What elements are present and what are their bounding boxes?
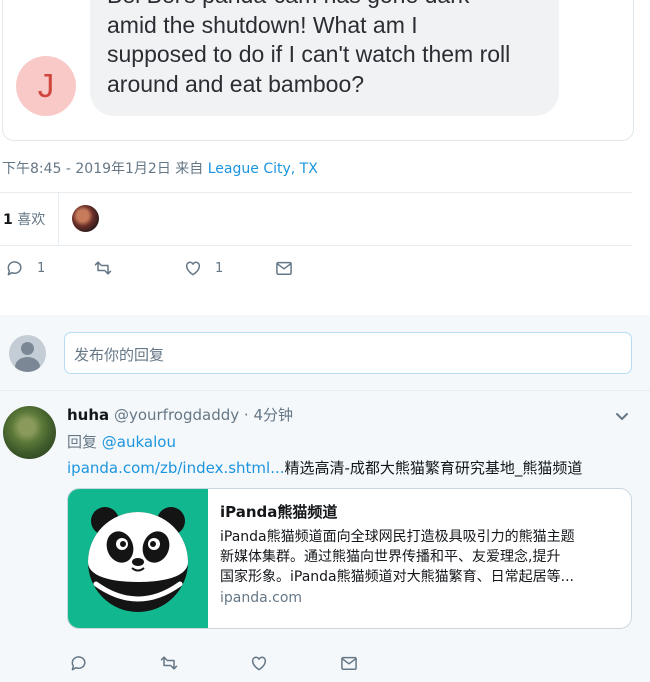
avatar-letter: J bbox=[37, 67, 55, 104]
replying-to: 回复 @aukalou bbox=[67, 431, 176, 452]
card-thumbnail bbox=[68, 489, 208, 628]
divider bbox=[0, 245, 632, 246]
replying-to-handle[interactable]: @aukalou bbox=[102, 433, 176, 451]
reply-header: huha @yourfrogdaddy · 4分钟 bbox=[67, 404, 293, 425]
reply-actions bbox=[0, 653, 632, 675]
retweet-button[interactable] bbox=[93, 258, 113, 278]
reply-input-placeholder: 发布你的回复 bbox=[74, 346, 165, 364]
message-button[interactable] bbox=[339, 653, 359, 673]
reply-author-handle[interactable]: @yourfrogdaddy bbox=[114, 406, 239, 424]
more-options-button[interactable] bbox=[614, 408, 630, 424]
card-domain: ipanda.com bbox=[220, 590, 303, 606]
tweet-actions: 1 1 bbox=[0, 258, 632, 286]
tweet-text-line: around and eat bamboo? bbox=[107, 70, 365, 97]
reply-author-avatar[interactable] bbox=[3, 406, 56, 459]
retweet-icon bbox=[94, 261, 112, 275]
reply-author-name[interactable]: huha bbox=[67, 406, 109, 424]
tweet-meta: 下午8:45 - 2019年1月2日 来自 League City, TX bbox=[2, 158, 318, 178]
retweet-icon bbox=[160, 656, 178, 670]
card-description-line: 新媒体集群。通过熊猫向世界传播和平、友爱理念,提升 bbox=[220, 549, 561, 565]
likes-label: 喜欢 bbox=[17, 212, 46, 228]
message-icon bbox=[341, 656, 357, 670]
reply-time[interactable]: · 4分钟 bbox=[244, 406, 293, 424]
likes-row: 1 喜欢 bbox=[0, 193, 632, 245]
reply-link[interactable]: ipanda.com/zb/index.shtml... bbox=[67, 459, 285, 477]
reply-icon bbox=[7, 261, 22, 276]
card-title: iPanda熊猫频道 bbox=[220, 503, 338, 521]
tweet-timestamp[interactable]: 下午8:45 - 2019年1月2日 bbox=[2, 161, 171, 177]
tweet-location-link[interactable]: League City, TX bbox=[208, 161, 318, 177]
tweet-text-line: amid the shutdown! What am I bbox=[107, 11, 418, 38]
liker-avatar[interactable] bbox=[72, 205, 99, 232]
like-count: 1 bbox=[215, 260, 224, 276]
card-description: iPanda熊猫频道面向全球网民打造极具吸引力的熊猫主题 新媒体集群。通过熊猫向… bbox=[220, 527, 620, 587]
reply-button[interactable]: 1 bbox=[5, 258, 45, 278]
card-body: iPanda熊猫频道 iPanda熊猫频道面向全球网民打造极具吸引力的熊猫主题 … bbox=[220, 501, 620, 606]
reply-text: ipanda.com/zb/index.shtml...精选高清-成都大熊猫繁育… bbox=[67, 457, 582, 478]
likes-separator bbox=[58, 193, 59, 245]
like-button[interactable] bbox=[249, 653, 269, 673]
current-user-avatar bbox=[9, 335, 46, 372]
user-avatar[interactable]: J bbox=[16, 56, 76, 116]
card-description-line: iPanda熊猫频道面向全球网民打造极具吸引力的熊猫主题 bbox=[220, 529, 575, 545]
reply-input[interactable]: 发布你的回复 bbox=[64, 332, 632, 374]
like-button[interactable]: 1 bbox=[183, 258, 223, 278]
likes-count[interactable]: 1 喜欢 bbox=[3, 209, 45, 229]
reply-count: 1 bbox=[37, 260, 46, 276]
heart-icon bbox=[185, 261, 201, 276]
message-icon bbox=[276, 261, 292, 275]
panda-logo-icon bbox=[88, 507, 188, 612]
retweet-button[interactable] bbox=[159, 653, 179, 673]
reply-button[interactable] bbox=[69, 653, 89, 673]
reply-text-body: 精选高清-成都大熊猫繁育研究基地_熊猫频道 bbox=[284, 459, 583, 477]
from-label: 来自 bbox=[175, 161, 204, 177]
tweet-text-line: supposed to do if I can't watch them rol… bbox=[107, 41, 511, 67]
tweet-text-line: Bei Bei's panda-cam has gone dark bbox=[107, 0, 559, 11]
link-preview-card[interactable]: iPanda熊猫频道 iPanda熊猫频道面向全球网民打造极具吸引力的熊猫主题 … bbox=[67, 488, 632, 629]
divider bbox=[0, 390, 650, 391]
reply-icon bbox=[71, 656, 86, 671]
heart-icon bbox=[251, 656, 267, 671]
message-button[interactable] bbox=[274, 258, 294, 278]
likes-number: 1 bbox=[3, 212, 13, 228]
tweet-text: Bei Bei's panda-cam has gone dark amid t… bbox=[107, 0, 559, 99]
chevron-down-icon bbox=[616, 413, 628, 420]
card-description-line: 国家形象。iPanda熊猫频道对大熊猫繁育、日常起居等... bbox=[220, 569, 574, 585]
replying-label: 回复 bbox=[67, 433, 98, 451]
